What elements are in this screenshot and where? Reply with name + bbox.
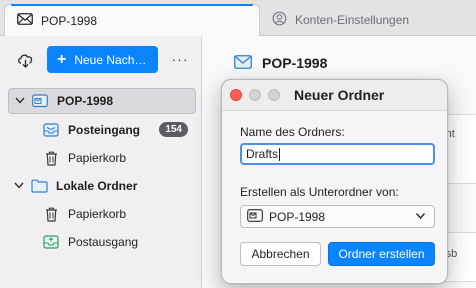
folder-label: POP-1998 <box>57 94 114 108</box>
folder-label: Posteingang <box>68 123 141 137</box>
get-messages-icon[interactable] <box>16 50 36 70</box>
new-message-label: Neue Nach… <box>74 52 147 67</box>
mail-account-icon <box>247 208 263 225</box>
parent-folder-select[interactable]: POP-1998 <box>240 205 435 228</box>
inbox-icon <box>42 122 60 138</box>
envelope-icon <box>234 54 252 72</box>
folder-trash[interactable]: Papierkorb <box>8 145 196 171</box>
folder-name-label: Name des Ordners: <box>240 125 345 139</box>
trash-icon <box>42 206 60 222</box>
trash-icon <box>42 150 60 166</box>
unread-count-badge: 154 <box>159 122 188 137</box>
chevron-down-icon <box>415 210 426 225</box>
cancel-button[interactable]: Abbrechen <box>240 242 321 266</box>
new-folder-dialog: Neuer Ordner Name des Ordners: Drafts Er… <box>221 79 448 284</box>
folder-local-trash[interactable]: Papierkorb <box>8 201 196 227</box>
chevron-down-icon[interactable] <box>14 181 28 191</box>
folder-label: Postausgang <box>68 235 139 249</box>
folder-label: Papierkorb <box>68 151 127 165</box>
mail-account-icon <box>31 93 49 109</box>
tab-label: POP-1998 <box>41 13 98 28</box>
chevron-down-icon[interactable] <box>15 96 29 106</box>
tab-label: Konten-Einstellungen <box>295 13 410 27</box>
folder-pane: + Neue Nach… ··· POP-1998 Posteingang 15… <box>0 36 202 288</box>
tab-account-settings[interactable]: Konten-Einstellungen <box>260 4 421 36</box>
dialog-titlebar: Neuer Ordner <box>222 80 447 110</box>
tab-bar: POP-1998 Konten-Einstellungen <box>0 0 476 36</box>
page-title: POP-1998 <box>262 55 328 71</box>
parent-folder-label: Erstellen als Unterordner von: <box>240 185 399 199</box>
folder-name-input[interactable]: Drafts <box>240 143 435 165</box>
outbox-icon <box>42 234 60 250</box>
zoom-window-button <box>268 89 280 101</box>
folder-account-pop[interactable]: POP-1998 <box>8 88 196 114</box>
folder-icon <box>30 178 48 194</box>
settings-icon <box>272 11 287 29</box>
folder-name-value: Drafts <box>246 147 279 161</box>
plus-icon: + <box>57 50 67 68</box>
more-options-icon[interactable]: ··· <box>170 50 190 68</box>
dialog-body: Name des Ordners: Drafts Erstellen als U… <box>222 110 447 283</box>
minimize-window-button <box>249 89 261 101</box>
envelope-icon <box>17 13 33 28</box>
folder-local-folders[interactable]: Lokale Ordner <box>8 173 196 199</box>
new-message-button[interactable]: + Neue Nach… <box>47 46 158 73</box>
folder-inbox[interactable]: Posteingang 154 <box>8 117 196 143</box>
parent-folder-value: POP-1998 <box>269 209 326 224</box>
folder-label: Lokale Ordner <box>56 179 138 193</box>
close-window-button[interactable] <box>230 89 242 101</box>
folder-outbox[interactable]: Postausgang <box>8 229 196 255</box>
folder-pane-toolbar: + Neue Nach… ··· <box>0 36 202 82</box>
text-cursor <box>279 148 281 162</box>
dialog-title: Neuer Ordner <box>294 87 385 103</box>
tab-pop-1998[interactable]: POP-1998 <box>4 4 260 36</box>
create-folder-button[interactable]: Ordner erstellen <box>328 242 435 266</box>
folder-label: Papierkorb <box>68 207 127 221</box>
